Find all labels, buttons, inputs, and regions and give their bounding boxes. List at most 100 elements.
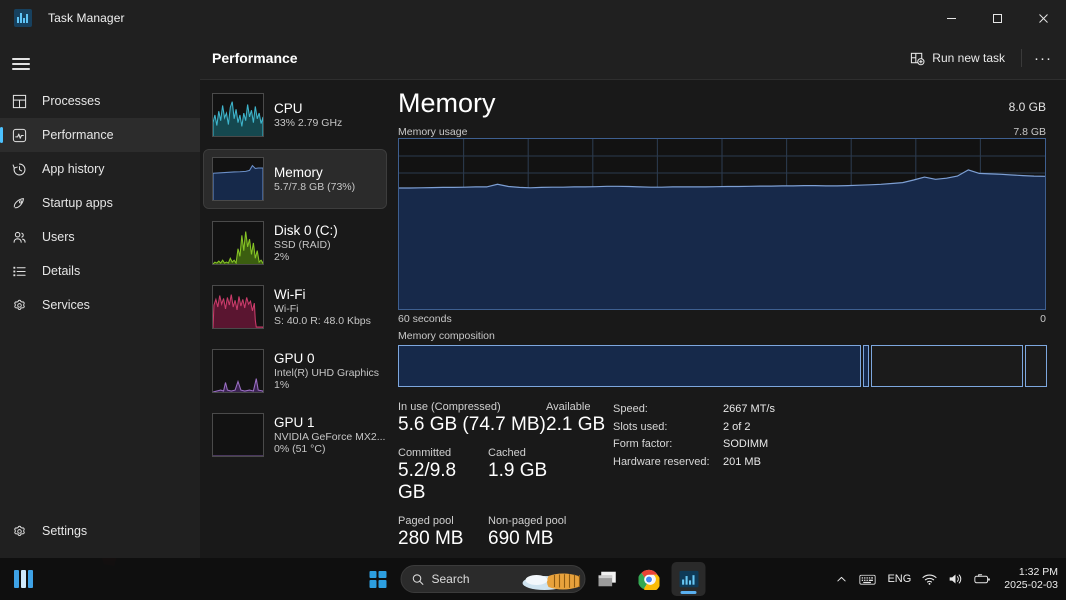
task-manager-icon <box>14 9 32 27</box>
resource-item-memory[interactable]: Memory 5.7/7.8 GB (73%) <box>203 149 387 209</box>
resource-item-gpu-1[interactable]: GPU 1 NVIDIA GeForce MX2... 0% (51 °C) <box>204 406 386 464</box>
keyboard-icon[interactable] <box>859 573 877 586</box>
search-placeholder: Search <box>431 572 470 586</box>
axis-right-label: 0 <box>1040 313 1046 325</box>
spec-label: Hardware reserved: <box>613 455 710 468</box>
minimize-button[interactable] <box>928 0 974 36</box>
spec-value: 2 of 2 <box>723 420 751 433</box>
sidebar-item-label: Settings <box>42 524 88 538</box>
stat-label: Non-paged pool <box>488 514 567 527</box>
chevron-up-icon[interactable] <box>835 573 848 586</box>
resource-name: Wi-Fi <box>274 286 306 302</box>
sidebar-item-app-history[interactable]: App history <box>0 152 200 186</box>
resource-item-wifi[interactable]: Wi-Fi Wi-Fi S: 40.0 R: 48.0 Kbps <box>204 278 386 336</box>
memory-title: Memory <box>398 88 496 118</box>
memory-stats: In use (Compressed) 5.6 GB (74.7 MB) Ava… <box>398 401 1046 560</box>
task-manager-button[interactable] <box>671 562 706 596</box>
sidebar-item-label: App history <box>42 162 105 176</box>
task-manager-icon <box>679 570 698 587</box>
maximize-button[interactable] <box>974 0 1020 36</box>
spec-label: Speed: <box>613 403 648 415</box>
language-indicator[interactable]: ENG <box>887 573 911 585</box>
window-title: Task Manager <box>48 11 125 25</box>
wifi-icon[interactable] <box>922 573 937 586</box>
resource-detail-1: 33% 2.79 GHz <box>274 116 343 129</box>
resource-item-disk-0[interactable]: Disk 0 (C:) SSD (RAID) 2% <box>204 214 386 272</box>
desktop-corner-icon[interactable] <box>14 570 36 592</box>
performance-content: CPU 33% 2.79 GHz Memory 5.7/7.8 GB (73%)… <box>200 80 1066 558</box>
resource-name: GPU 1 <box>274 414 315 430</box>
stat-value: 280 MB <box>398 527 464 549</box>
spec-value: 201 MB <box>723 455 761 468</box>
search-box[interactable]: Search <box>400 565 586 593</box>
battery-icon[interactable] <box>974 573 991 586</box>
menu-icon <box>12 55 30 74</box>
sidebar: Processes Performance App history Startu… <box>0 36 200 558</box>
toolbar-divider <box>1021 49 1022 67</box>
sidebar-item-users[interactable]: Users <box>0 220 200 254</box>
stat-value: 2.1 GB <box>546 414 606 435</box>
memory-usage-chart <box>399 139 1045 309</box>
file-explorer-button[interactable] <box>592 562 626 596</box>
memory-header: Memory 8.0 GB <box>398 80 1046 117</box>
resource-text: GPU 1 NVIDIA GeForce MX2... 0% (51 °C) <box>274 415 385 456</box>
stats-row-1: In use (Compressed) 5.6 GB (74.7 MB) Ava… <box>398 401 613 436</box>
cpu-sparkline <box>212 93 264 137</box>
sidebar-item-settings-wrap: Settings <box>0 514 200 548</box>
resource-detail-1: Intel(R) UHD Graphics <box>274 366 380 379</box>
start-button[interactable] <box>361 562 395 596</box>
composition-segment-modified[interactable] <box>863 345 870 387</box>
resource-item-gpu-0[interactable]: GPU 0 Intel(R) UHD Graphics 1% <box>204 342 386 400</box>
sidebar-item-settings[interactable]: Settings <box>0 514 200 548</box>
stat-label: Paged pool <box>398 514 454 527</box>
resource-text: Disk 0 (C:) SSD (RAID) 2% <box>274 223 338 264</box>
spec-row: Hardware reserved: 201 MB <box>613 456 775 468</box>
resource-detail-2: 2% <box>274 250 290 263</box>
stat-value: 1.9 GB <box>488 459 548 481</box>
composition-caption: Memory composition <box>398 330 495 342</box>
spec-label: Form factor: <box>613 438 673 450</box>
sidebar-item-label: Users <box>42 230 75 244</box>
clock[interactable]: 1:32 PM 2025-02-03 <box>1004 566 1058 592</box>
history-icon <box>12 160 34 178</box>
sidebar-item-startup-apps[interactable]: Startup apps <box>0 186 200 220</box>
details-icon <box>12 262 34 280</box>
volume-icon[interactable] <box>948 572 963 586</box>
stat-value: 5.2/9.8 GB <box>398 459 457 503</box>
main-pane: Performance Run new task ··· CPU 33% 2.7… <box>200 36 1066 558</box>
resource-detail-2: 1% <box>274 378 290 391</box>
sidebar-item-processes[interactable]: Processes <box>0 84 200 118</box>
resource-detail-1: SSD (RAID) <box>274 238 331 251</box>
stat-paged-pool: Paged pool 280 MB <box>398 515 488 550</box>
resource-text: Wi-Fi Wi-Fi S: 40.0 R: 48.0 Kbps <box>274 287 371 328</box>
start-icon <box>369 570 386 588</box>
sidebar-item-services[interactable]: Services <box>0 288 200 322</box>
memory-sparkline <box>212 157 264 201</box>
composition-segment-standby[interactable] <box>871 345 1024 387</box>
stat-label: Cached <box>488 446 526 459</box>
resource-item-cpu[interactable]: CPU 33% 2.79 GHz <box>204 86 386 144</box>
gpu1-sparkline <box>212 413 264 457</box>
menu-button[interactable] <box>0 44 200 84</box>
more-options-button[interactable]: ··· <box>1028 44 1058 72</box>
spec-row: Form factor: SODIMM <box>613 438 775 450</box>
stat-label: Available <box>546 401 591 413</box>
graph-caption-row: Memory usage 7.8 GB <box>398 126 1046 138</box>
sidebar-item-label: Services <box>42 298 90 312</box>
stat-label: In use (Compressed) <box>398 401 501 413</box>
composition-segment-free[interactable] <box>1025 345 1047 387</box>
search-icon <box>412 573 424 585</box>
memory-composition-bar[interactable] <box>398 345 1047 387</box>
run-new-task-button[interactable]: Run new task <box>900 44 1015 72</box>
sidebar-item-label: Startup apps <box>42 196 113 210</box>
graph-axis-row: 60 seconds 0 <box>398 313 1046 325</box>
sidebar-item-performance[interactable]: Performance <box>0 118 200 152</box>
memory-specs: Speed: 2667 MT/s Slots used: 2 of 2 Form fac… <box>613 401 775 560</box>
disk-sparkline <box>212 221 264 265</box>
resource-text: Memory 5.7/7.8 GB (73%) <box>274 165 355 193</box>
sidebar-item-details[interactable]: Details <box>0 254 200 288</box>
close-button[interactable] <box>1020 0 1066 36</box>
composition-segment-in-use[interactable] <box>398 345 862 387</box>
chrome-button[interactable] <box>632 562 666 596</box>
file-explorer-icon <box>598 571 616 587</box>
